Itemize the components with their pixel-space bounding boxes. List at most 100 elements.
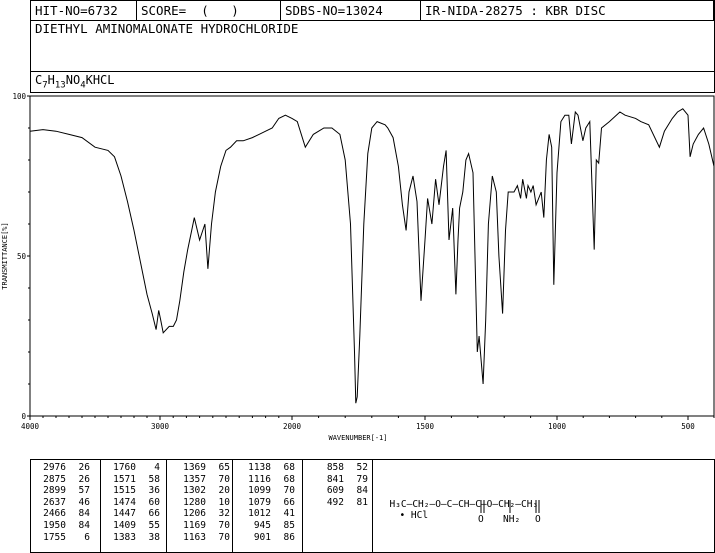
peak-entry: 1950 84 [38,520,90,531]
peak-entry: 1409 55 [108,520,160,531]
peak-transmittance: 70 [218,473,230,485]
peak-wavenumber: 1169 [183,520,206,531]
peak-wavenumber: 2976 [43,462,66,473]
peak-wavenumber: 2875 [43,473,66,485]
peak-table-divider [166,459,167,552]
peak-wavenumber: 1369 [183,462,206,473]
peak-wavenumber: 1116 [248,473,271,485]
peak-transmittance: 66 [283,496,295,508]
peak-entry: 2466 84 [38,508,90,519]
carbonyl-o-right: O [535,514,541,525]
peak-transmittance: 20 [218,485,230,497]
peak-transmittance: 86 [283,531,295,543]
peak-transmittance: 10 [218,496,230,508]
peak-transmittance: 68 [283,462,295,473]
peak-entry: 1116 68 [243,474,295,485]
x-tick-label: 1500 [416,422,435,431]
peak-wavenumber: 492 [326,496,344,508]
peak-entry: 1099 70 [243,485,295,496]
y-tick-label: 50 [17,252,27,261]
peak-wavenumber: 1760 [113,462,136,473]
peak-wavenumber: 945 [253,520,271,531]
carbonyl-o-left: O [478,514,484,525]
peak-wavenumber: 609 [326,485,344,497]
peak-wavenumber: 1163 [183,531,206,543]
peak-transmittance: 60 [148,496,160,508]
peak-table-divider [372,459,373,552]
peak-transmittance: 68 [283,473,295,485]
peak-transmittance: 26 [78,462,90,473]
amine-nh2: NH₂ [503,514,521,525]
peak-transmittance: 58 [148,473,160,485]
peak-transmittance: 85 [283,520,295,531]
peak-wavenumber: 1409 [113,520,136,531]
peak-wavenumber: 1755 [43,531,66,543]
peak-transmittance: 57 [78,485,90,497]
peak-transmittance: 26 [78,473,90,485]
peak-entry: 1012 41 [243,508,295,519]
plot-frame [29,95,715,417]
peak-entry: 841 79 [316,474,368,485]
peak-entry: 1760 4 [108,462,160,473]
peak-wavenumber: 1206 [183,508,206,520]
peak-entry: 1079 66 [243,497,295,508]
peak-transmittance: 4 [154,462,160,473]
peak-transmittance: 70 [283,485,295,497]
peak-wavenumber: 858 [326,462,344,473]
x-tick-label: 3000 [151,422,170,431]
peak-wavenumber: 1138 [248,462,271,473]
peak-entry: 1474 60 [108,497,160,508]
peak-transmittance: 70 [218,520,230,531]
x-tick-label: 1000 [548,422,567,431]
peak-transmittance: 84 [78,520,90,531]
peak-table-divider [100,459,101,552]
peak-entry: 901 86 [243,532,295,543]
peak-wavenumber: 1099 [248,485,271,497]
peak-entry: 1515 36 [108,485,160,496]
peak-wavenumber: 841 [326,473,344,485]
peak-entry: 1369 65 [178,462,230,473]
peak-entry: 2899 57 [38,485,90,496]
peak-transmittance: 70 [218,531,230,543]
peak-entry: 2976 26 [38,462,90,473]
peak-entry: 1357 70 [178,474,230,485]
x-axis-label: WAVENUMBER[-1] [328,434,387,442]
peak-transmittance: 38 [148,531,160,543]
peak-transmittance: 32 [218,508,230,520]
peak-transmittance: 66 [148,508,160,520]
peak-wavenumber: 1012 [248,508,271,520]
peak-entry: 1571 58 [108,474,160,485]
structure-main: H₃C—CH₂—O—C—CH—C—O—CH₂—CH₃ [389,499,539,510]
peak-wavenumber: 1280 [183,496,206,508]
peak-transmittance: 84 [78,508,90,520]
peak-transmittance: 46 [78,496,90,508]
peak-entry: 1169 70 [178,520,230,531]
peak-entry: 609 84 [316,485,368,496]
peak-entry: 2637 46 [38,497,90,508]
peak-transmittance: 41 [283,508,295,520]
x-tick-label: 2000 [283,422,302,431]
peak-transmittance: 79 [356,473,368,485]
peak-wavenumber: 2899 [43,485,66,497]
peak-transmittance: 55 [148,520,160,531]
peak-wavenumber: 1515 [113,485,136,497]
y-axis-label: TRANSMITTANCE[%] [1,222,9,289]
peak-entry: 1138 68 [243,462,295,473]
peak-transmittance: 6 [84,531,90,543]
peak-wavenumber: 901 [253,531,271,543]
peak-wavenumber: 1383 [113,531,136,543]
peak-entry: 1206 32 [178,508,230,519]
spectrum-line [29,108,715,404]
peak-wavenumber: 1950 [43,520,66,531]
peak-transmittance: 52 [356,462,368,473]
peak-transmittance: 36 [148,485,160,497]
peak-entry: 1383 38 [108,532,160,543]
peak-entry: 1755 6 [38,532,90,543]
peak-entry: 1163 70 [178,532,230,543]
peak-wavenumber: 1357 [183,473,206,485]
peak-entry: 492 81 [316,497,368,508]
peak-wavenumber: 1447 [113,508,136,520]
peak-entry: 1280 10 [178,497,230,508]
peak-transmittance: 81 [356,496,368,508]
peak-wavenumber: 2637 [43,496,66,508]
